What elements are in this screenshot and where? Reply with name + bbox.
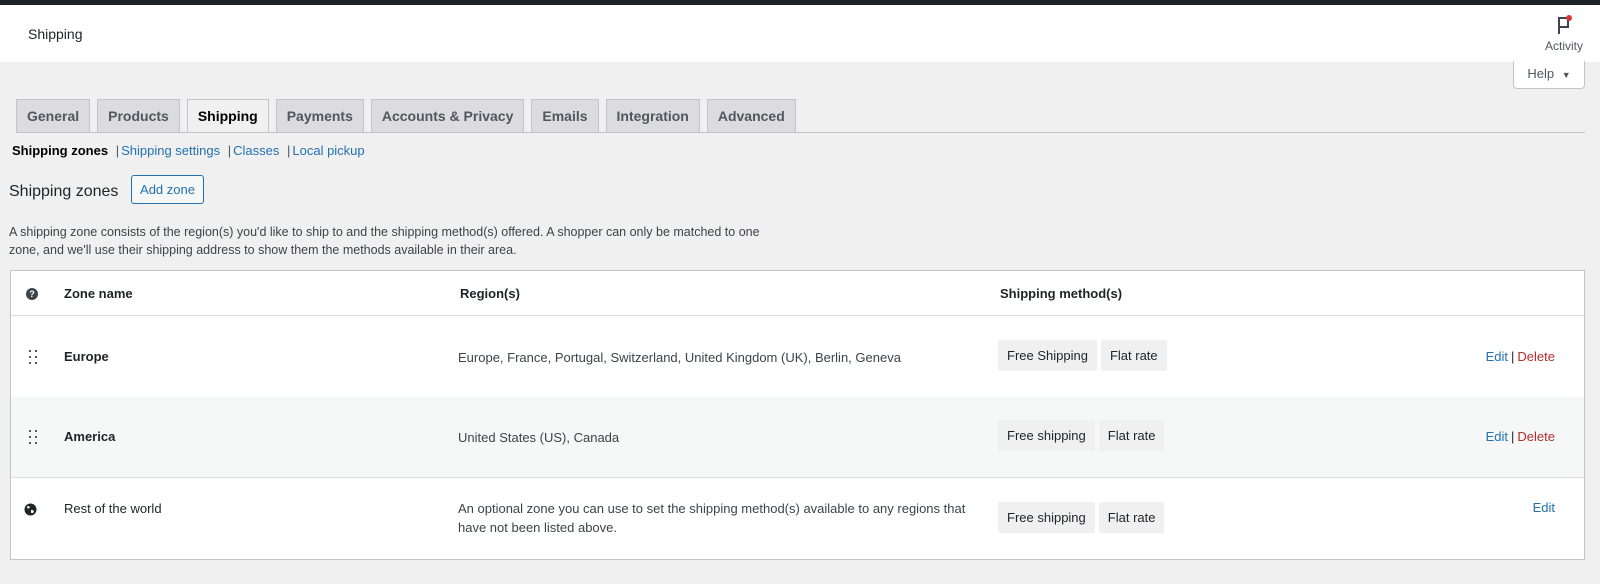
method-badge: Flat rate [1098, 420, 1165, 451]
method-badge: Free Shipping [998, 340, 1097, 371]
column-regions: Region(s) [460, 286, 520, 301]
tab-shipping[interactable]: Shipping [186, 99, 269, 133]
method-badge: Flat rate [1098, 502, 1165, 533]
subnav-local-pickup[interactable]: Local pickup [292, 143, 364, 158]
globe-icon [24, 503, 37, 516]
method-badge: Flat rate [1100, 340, 1167, 371]
method-badge: Free shipping [998, 502, 1095, 533]
action-separator: | [1511, 429, 1515, 444]
page-header-title: Shipping [28, 26, 83, 42]
zone-name: Europe [64, 349, 109, 364]
zone-regions: United States (US), Canada [458, 430, 620, 445]
tabs-divider [16, 132, 1585, 133]
table-row: Europe Europe, France, Portugal, Switzer… [11, 317, 1584, 397]
edit-link[interactable]: Edit [1533, 500, 1555, 515]
table-header: ? Zone name Region(s) Shipping method(s) [11, 271, 1584, 316]
tab-products[interactable]: Products [97, 99, 180, 132]
tab-advanced[interactable]: Advanced [706, 99, 796, 132]
table-row: America United States (US), Canada Free … [11, 397, 1584, 477]
tab-general[interactable]: General [16, 99, 91, 132]
edit-link[interactable]: Edit [1486, 349, 1508, 364]
tab-integration[interactable]: Integration [605, 99, 700, 132]
action-separator: | [1511, 349, 1515, 364]
subnav-separator: | [286, 143, 291, 158]
zone-methods: Free shipping Flat rate [998, 420, 1168, 451]
help-label: Help [1527, 66, 1555, 81]
help-question-icon[interactable]: ? [26, 288, 38, 300]
row-actions: Edit | Delete [1486, 349, 1555, 364]
zone-name: Rest of the world [64, 501, 162, 516]
subnav-shipping-settings[interactable]: Shipping settings [121, 143, 220, 158]
caret-down-icon: ▼ [1561, 70, 1571, 80]
shipping-subnav: Shipping zones | Shipping settings | Class… [12, 143, 365, 158]
method-badge: Free shipping [998, 420, 1095, 451]
zone-methods: Free shipping Flat rate [998, 502, 1168, 533]
delete-link[interactable]: Delete [1517, 349, 1555, 364]
row-actions: Edit | Delete [1486, 429, 1555, 444]
tab-emails[interactable]: Emails [531, 99, 599, 132]
flag-icon [1558, 15, 1572, 34]
edit-link[interactable]: Edit [1486, 429, 1508, 444]
column-zone-name: Zone name [64, 286, 133, 301]
zone-name: America [64, 429, 116, 444]
section-description: A shipping zone consists of the region(s… [9, 225, 760, 257]
section-title: Shipping zones [9, 183, 119, 200]
row-actions: Edit [1533, 500, 1555, 515]
subnav-classes[interactable]: Classes [233, 143, 279, 158]
drag-handle-icon[interactable] [28, 350, 38, 364]
table-row: Rest of the world An optional zone you c… [11, 478, 1584, 560]
tab-payments[interactable]: Payments [275, 99, 364, 132]
zone-regions: An optional zone you can use to set the … [458, 501, 966, 535]
add-zone-button[interactable]: Add zone [131, 175, 204, 204]
subnav-separator: | [227, 143, 232, 158]
tab-accounts-privacy[interactable]: Accounts & Privacy [370, 99, 525, 132]
delete-link[interactable]: Delete [1517, 429, 1555, 444]
settings-tabs: General Products Shipping Payments Accou… [16, 99, 803, 133]
page-header: Shipping Activity [0, 5, 1600, 62]
column-shipping-methods: Shipping method(s) [1000, 286, 1123, 301]
subnav-shipping-zones[interactable]: Shipping zones [12, 143, 108, 158]
subnav-separator: | [115, 143, 120, 158]
activity-button[interactable]: Activity [1528, 5, 1600, 62]
help-button[interactable]: Help ▼ [1513, 61, 1585, 89]
zone-regions: Europe, France, Portugal, Switzerland, U… [458, 350, 901, 365]
zone-methods: Free Shipping Flat rate [998, 340, 1171, 371]
drag-handle-icon[interactable] [28, 430, 38, 444]
activity-label: Activity [1544, 39, 1583, 53]
shipping-zones-table: ? Zone name Region(s) Shipping method(s)… [10, 270, 1585, 560]
